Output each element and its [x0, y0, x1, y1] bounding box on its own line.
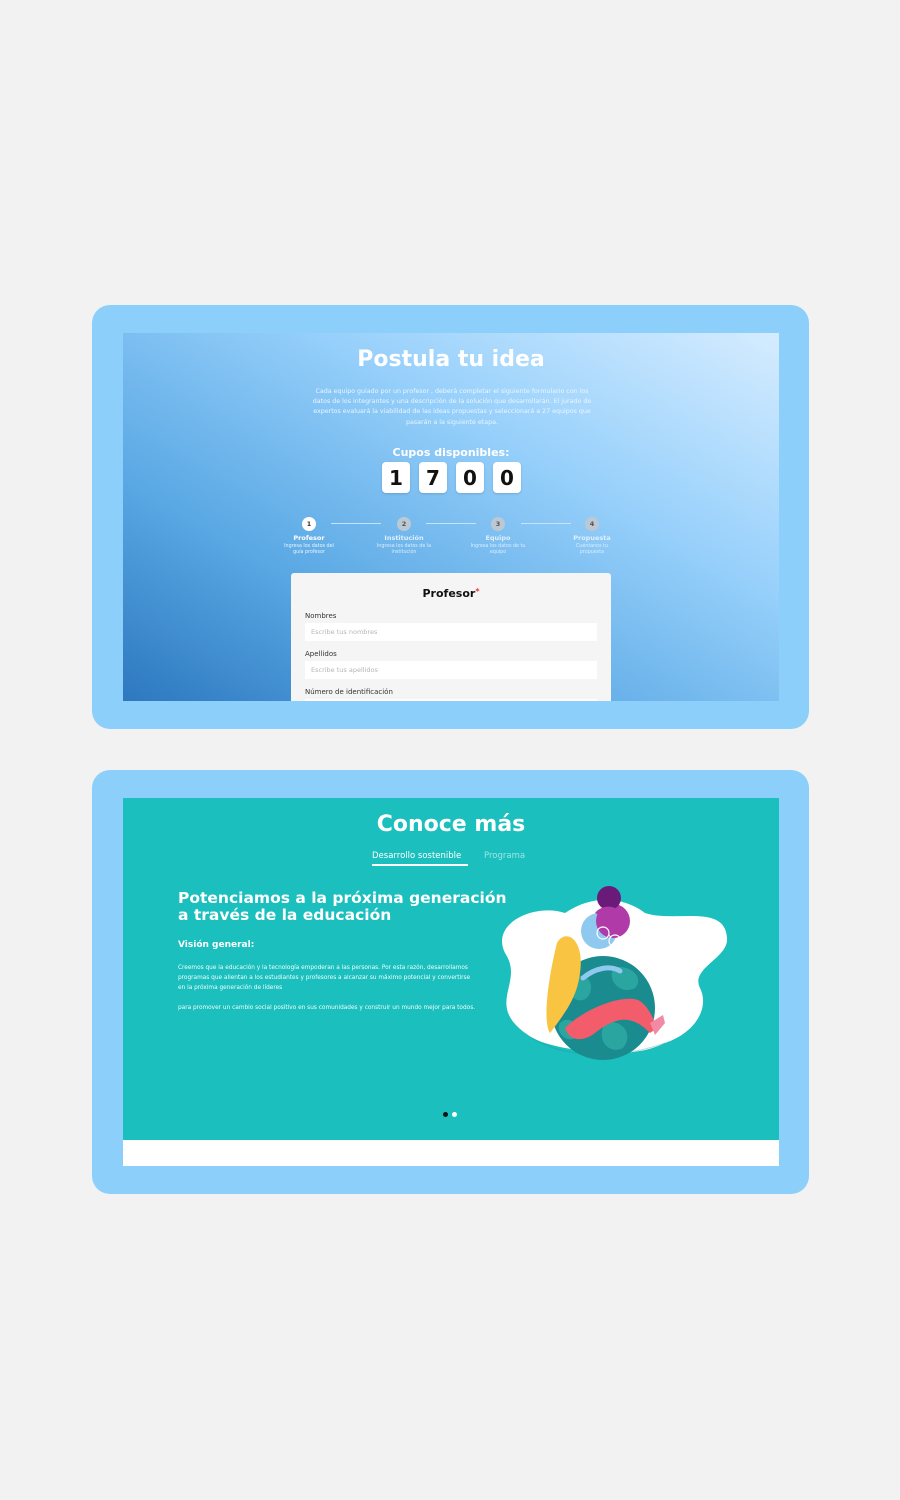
step-connector	[426, 523, 476, 524]
page-title: Postula tu idea	[357, 347, 545, 372]
counter-digit: 0	[493, 462, 521, 493]
page-description: Cada equipo guiado por un profesor , deb…	[312, 388, 592, 426]
carousel-dot[interactable]	[443, 1112, 448, 1117]
teal-section: Conoce más Desarrollo sostenible Program…	[123, 798, 779, 1140]
counter-digit: 1	[382, 462, 410, 493]
screenshot-frame-1: Postula tu idea Cada equipo guiado por u…	[92, 305, 809, 729]
nombres-label: Nombres	[305, 612, 337, 620]
apellidos-label: Apellidos	[305, 650, 337, 658]
step-description: Ingresa los datos de la institución	[376, 544, 432, 555]
form-title: Profesor*	[291, 587, 611, 600]
headline: Potenciamos a la próxima generación a tr…	[178, 889, 507, 924]
step-number: 2	[397, 517, 411, 531]
step-name: Institución	[384, 534, 424, 542]
step-description: Cuéntanos tu propuesta	[575, 544, 609, 555]
step-description: Ingresa los datos de tu equipo	[470, 544, 526, 555]
girl-globe-illustration	[502, 886, 728, 1060]
step-institucion[interactable]: 2 Institución Ingresa los datos de la in…	[376, 517, 432, 555]
required-mark: *	[475, 587, 480, 596]
conoce-screen: Conoce más Desarrollo sostenible Program…	[123, 798, 779, 1166]
profesor-form: Profesor* Nombres Apellidos Número de id…	[291, 573, 611, 701]
section-title: Conoce más	[376, 812, 526, 837]
step-name: Profesor	[293, 534, 325, 542]
step-number: 3	[491, 517, 505, 531]
tab-desarrollo-sostenible[interactable]: Desarrollo sostenible	[372, 851, 461, 861]
step-propuesta[interactable]: 4 Propuesta Cuéntanos tu propuesta	[564, 517, 620, 555]
step-number: 1	[302, 517, 316, 531]
step-connector	[331, 523, 381, 524]
paragraph: Creemos que la educación y la tecnología…	[178, 965, 471, 991]
active-tab-indicator	[372, 864, 468, 866]
stepper: 1 Profesor Ingresa los datos del guía pr…	[283, 517, 623, 557]
cupos-label: Cupos disponibles:	[392, 446, 510, 459]
postula-screen: Postula tu idea Cada equipo guiado por u…	[123, 333, 779, 701]
apellidos-input[interactable]	[305, 661, 597, 679]
subheading: Visión general:	[178, 940, 255, 950]
identificacion-input[interactable]	[305, 699, 597, 701]
tab-programa[interactable]: Programa	[484, 851, 525, 861]
step-name: Propuesta	[573, 534, 611, 542]
step-profesor[interactable]: 1 Profesor Ingresa los datos del guía pr…	[281, 517, 337, 555]
identificacion-label: Número de identificación	[305, 688, 393, 696]
step-equipo[interactable]: 3 Equipo Ingresa los datos de tu equipo	[470, 517, 526, 555]
step-name: Equipo	[485, 534, 511, 542]
step-number: 4	[585, 517, 599, 531]
counter-digit: 0	[456, 462, 484, 493]
step-description: Ingresa los datos del guía profesor	[284, 544, 334, 555]
form-title-text: Profesor	[422, 587, 476, 600]
paragraph: para promover un cambio social positivo …	[178, 1005, 476, 1011]
carousel-dots	[443, 1112, 457, 1117]
counter-digit: 7	[419, 462, 447, 493]
nombres-input[interactable]	[305, 623, 597, 641]
screenshot-frame-2: Conoce más Desarrollo sostenible Program…	[92, 770, 809, 1194]
cupos-counter: 1 7 0 0	[382, 462, 521, 493]
carousel-dot[interactable]	[452, 1112, 457, 1117]
